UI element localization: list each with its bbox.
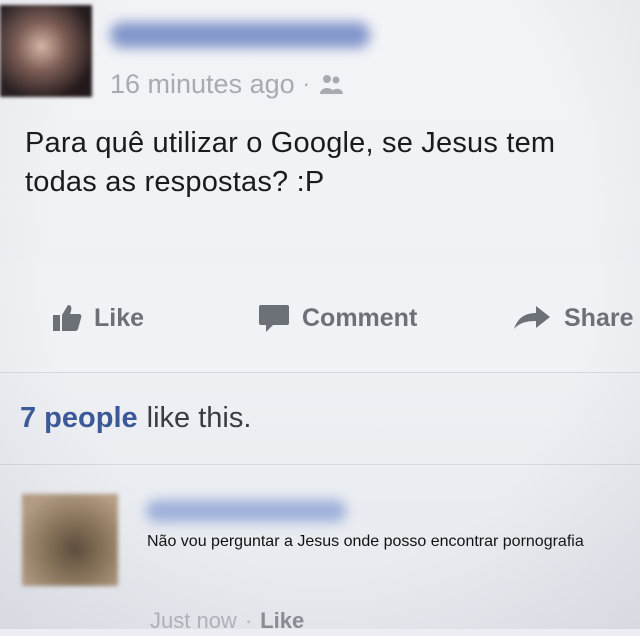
- divider: [0, 372, 640, 373]
- comment-timestamp[interactable]: Just now: [150, 608, 237, 634]
- post-body-text: Para quê utilizar o Google, se Jesus tem…: [25, 127, 556, 198]
- author-avatar[interactable]: [0, 5, 92, 97]
- comment-like-link[interactable]: Like: [260, 608, 304, 634]
- thumbs-up-icon: [52, 303, 82, 333]
- post-action-bar: Like Comment Share: [0, 262, 640, 372]
- comment-label: Comment: [302, 303, 418, 332]
- divider: [0, 464, 640, 465]
- like-label: Like: [94, 303, 145, 332]
- meta-separator: ·: [302, 71, 310, 96]
- comment-meta: Just now · Like: [150, 606, 304, 636]
- facebook-post-screen: 16 minutes ago · Para quê utilizar o Goo…: [0, 0, 640, 633]
- likes-summary: 7 people like this.: [20, 398, 251, 438]
- commenter-name-blurred[interactable]: [146, 500, 346, 522]
- post-meta: 16 minutes ago ·: [110, 64, 344, 104]
- comment-button[interactable]: Comment: [258, 298, 417, 338]
- speech-bubble-icon: [258, 303, 290, 333]
- share-button[interactable]: Share: [512, 298, 633, 338]
- share-arrow-icon: [512, 303, 552, 333]
- comment-meta-separator: ·: [244, 608, 253, 633]
- likes-count-link[interactable]: 7 people: [20, 402, 138, 435]
- share-label: Share: [564, 303, 634, 332]
- likes-suffix: like this.: [146, 401, 252, 434]
- post-timestamp[interactable]: 16 minutes ago: [110, 69, 295, 100]
- friends-icon[interactable]: [318, 72, 344, 96]
- comment-text: Não vou perguntar a Jesus onde posso enc…: [147, 533, 584, 550]
- author-name-blurred[interactable]: [110, 22, 370, 48]
- like-button[interactable]: Like: [52, 298, 144, 338]
- commenter-avatar[interactable]: [22, 494, 118, 586]
